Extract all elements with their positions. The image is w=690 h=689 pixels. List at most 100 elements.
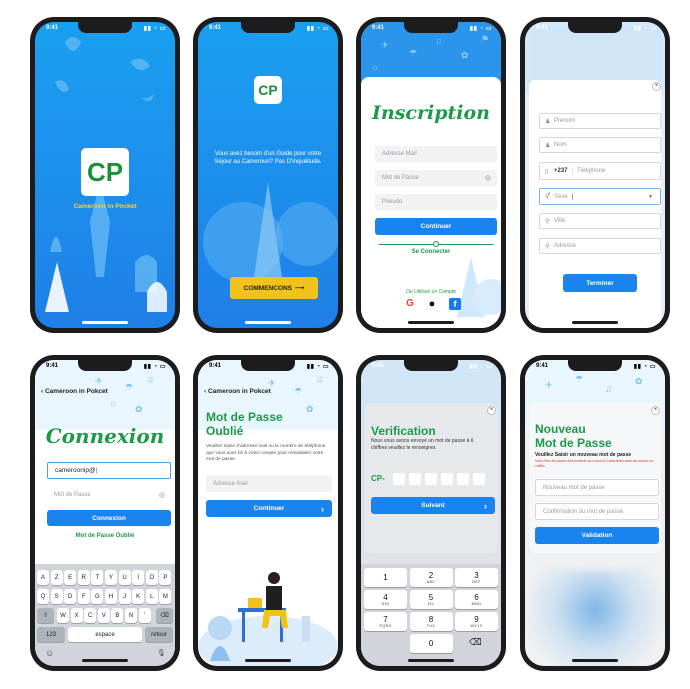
city-input[interactable]: ⚲ Ville [539,213,661,229]
otp-digit-box[interactable] [393,473,405,485]
close-icon[interactable]: × [651,406,660,415]
chevron-down-icon: ▼ [648,193,653,200]
numpad-key-4[interactable]: 4 GHI [364,590,407,609]
numpad-key-5[interactable]: 5 JKL [409,590,453,609]
backspace-key-icon[interactable]: ⌫ [156,608,173,623]
close-icon[interactable]: × [652,82,661,91]
numpad-key-7[interactable]: 7 PQRS [364,612,407,631]
google-icon[interactable]: G [404,298,416,310]
phone-input[interactable]: ▯ +237 | Téléphone [539,162,661,180]
apple-icon[interactable]: ● [426,298,438,310]
logo-letters: CP [86,156,124,187]
phone-forgot: ✈ ☂ ♫ ✿ 9:41 ▮▮ ◔ ▭ ‹ Cameroon in Pokcet… [193,355,343,671]
splash-screen: 9:41 ▮▮ ◔ ▭ CP Cameroon in Pocket [35,22,175,328]
key-y[interactable]: Y [105,570,117,585]
lastname-input[interactable]: ♟ Nom [539,137,661,153]
numpad-key-2[interactable]: 2 ABC [409,568,453,587]
back-button[interactable]: ‹ Cameroon in Pokcet [41,388,108,395]
numpad-key-9[interactable]: 9 WXYZ [455,612,498,631]
eye-off-icon[interactable]: ◎ [485,174,491,182]
key-t[interactable]: T [91,570,104,585]
facebook-icon[interactable]: f [449,298,461,310]
gender-select[interactable]: ⚥ Sexe | ▼ [539,188,661,205]
numpad-key-8[interactable]: 8 TUV [409,612,453,631]
key-d[interactable]: D [64,589,77,604]
numpad-digit: 4 [383,592,388,602]
key-i[interactable]: I [132,570,145,585]
key-f[interactable]: F [77,589,90,604]
address-input[interactable]: ⚲ Adresse [539,238,661,254]
return-key[interactable]: retour [145,627,173,642]
key-b[interactable]: B [111,608,124,623]
key-h[interactable]: H [105,589,117,604]
key-n[interactable]: N [125,608,137,623]
start-button[interactable]: COMMENCONS ⟶ [230,277,318,299]
key-w[interactable]: W [57,608,69,623]
pseudo-input[interactable]: Pseudo [375,194,497,210]
key-p[interactable]: P [159,570,172,585]
phone-placeholder: Téléphone [577,168,606,174]
next-button[interactable]: Suivant › [371,497,495,514]
emoji-icon[interactable]: ☺ [45,648,54,658]
numpad-delete-icon[interactable]: ⌫ [469,637,482,648]
key-o[interactable]: O [145,570,158,585]
eye-off-icon[interactable]: ◎ [159,491,165,499]
login-link[interactable]: Se Connecter [361,249,501,255]
validate-button[interactable]: Validation [535,527,659,544]
key-j[interactable]: J [118,589,131,604]
forgot-password-link[interactable]: Mot de Passe Oublié [35,533,175,539]
key-r[interactable]: R [77,570,90,585]
microphone-icon[interactable]: 🎙 [157,649,166,657]
profile-screen: 9:41 ▮▮ ◔ ▭ × ♟ Prénom ♟ Nom ▯ +237 | Té… [525,22,665,328]
otp-digit-box[interactable] [425,473,437,485]
email-input[interactable]: Adresse Mail [375,146,497,162]
firstname-input[interactable]: ♟ Prénom [539,113,661,129]
finish-button[interactable]: Terminer [563,274,637,292]
text-cursor: | [95,467,98,474]
otp-digit-box[interactable] [457,473,469,485]
otp-digit-box[interactable] [409,473,421,485]
key-z[interactable]: Z [50,570,63,585]
password-input[interactable]: Mot de Passe ◎ [47,487,171,503]
status-icons: ▮▮ ◔ ▭ [306,364,329,370]
shift-key-icon[interactable]: ⇧ [37,608,54,623]
key-m[interactable]: M [159,589,172,604]
key-apostrophe[interactable]: ' [138,608,151,623]
key-s[interactable]: S [50,589,63,604]
code-prefix: CP- [371,474,385,483]
home-indicator [572,321,618,324]
otp-digit-box[interactable] [473,473,485,485]
key-k[interactable]: K [132,589,145,604]
notch [568,360,622,371]
key-l[interactable]: L [145,589,158,604]
start-label: COMMENCONS [243,284,293,292]
numpad-key-0[interactable]: 0 [409,634,453,653]
back-button[interactable]: ‹ Cameroon in Pokcet [204,388,271,395]
key-q[interactable]: Q [37,589,49,604]
arrow-right-icon: ⟶ [295,285,305,292]
close-icon[interactable]: × [487,406,496,415]
key-c[interactable]: C [84,608,97,623]
phone-profile: 9:41 ▮▮ ◔ ▭ × ♟ Prénom ♟ Nom ▯ +237 | Té… [520,17,670,333]
key-u[interactable]: U [118,570,131,585]
key-a[interactable]: A [37,570,49,585]
login-button[interactable]: Connexion [47,510,171,526]
continue-button[interactable]: Continuer › [206,500,332,517]
key-g[interactable]: G [91,589,104,604]
chevron-right-icon: › [321,503,324,514]
key-e[interactable]: E [64,570,77,585]
email-input[interactable]: Adresse mail [206,475,332,492]
email-input[interactable]: cameroonip@ | [47,462,171,479]
numpad-key-1[interactable]: 1 [364,568,407,587]
space-key[interactable]: espace [68,627,142,642]
numbers-key[interactable]: 123 [37,627,65,642]
numpad-key-6[interactable]: 6 MNO [455,590,498,609]
otp-digit-box[interactable] [441,473,453,485]
numpad-key-3[interactable]: 3 DEF [455,568,498,587]
confirm-password-input[interactable]: Confirmation du mot de passe [535,503,659,520]
continue-button[interactable]: Continuer [375,218,497,235]
key-v[interactable]: V [97,608,110,623]
new-password-input[interactable]: Nouveau mot de passe [535,479,659,496]
password-input[interactable]: Mot de Passe ◎ [375,170,497,186]
key-x[interactable]: X [70,608,83,623]
